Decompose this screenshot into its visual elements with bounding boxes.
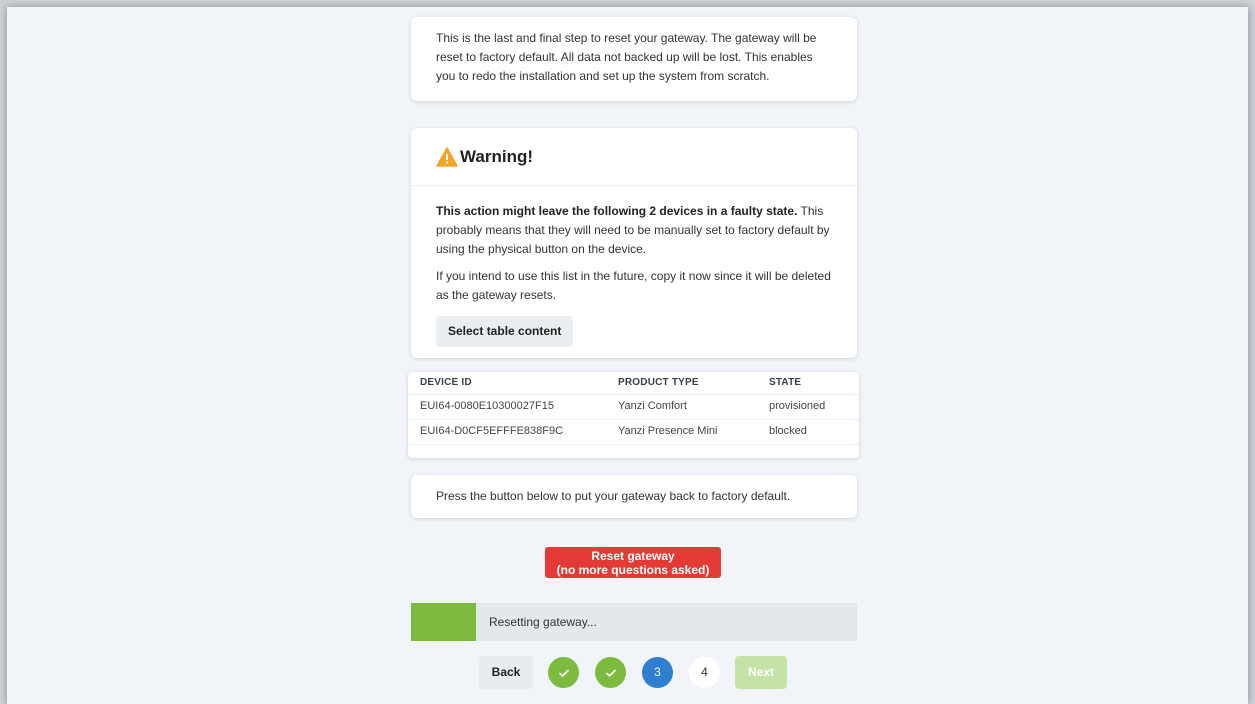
checkmark-icon bbox=[605, 669, 616, 677]
step-3-current[interactable]: 3 bbox=[642, 657, 673, 688]
intro-card: This is the last and final step to reset… bbox=[411, 17, 857, 101]
reset-button-label: Reset gateway bbox=[591, 549, 675, 563]
devices-table: DEVICE ID PRODUCT TYPE STATE EUI64-0080E… bbox=[408, 372, 859, 445]
column-header-product-type: PRODUCT TYPE bbox=[618, 377, 699, 389]
table-header-row: DEVICE ID PRODUCT TYPE STATE bbox=[408, 372, 859, 394]
state-cell: blocked bbox=[757, 418, 859, 445]
select-table-content-button[interactable]: Select table content bbox=[436, 316, 574, 347]
warning-title: Warning! bbox=[460, 147, 534, 166]
press-card: Press the button below to put your gatew… bbox=[411, 475, 857, 518]
warning-body: This action might leave the following 2 … bbox=[411, 186, 857, 347]
reset-gateway-button[interactable]: Reset gateway (no more questions asked) bbox=[545, 547, 721, 578]
table-row: EUI64-0080E10300027F15 Yanzi Comfort pro… bbox=[408, 393, 859, 419]
devices-table-card: DEVICE ID PRODUCT TYPE STATE EUI64-0080E… bbox=[408, 372, 859, 458]
progress-fill bbox=[411, 603, 476, 641]
step-2-complete[interactable] bbox=[595, 657, 626, 688]
product-type-cell: Yanzi Presence Mini bbox=[606, 418, 757, 445]
press-text: Press the button below to put your gatew… bbox=[436, 489, 791, 503]
device-id-cell: EUI64-D0CF5EFFFE838F9C bbox=[408, 418, 606, 445]
device-id-cell: EUI64-0080E10300027F15 bbox=[408, 393, 606, 419]
step-4[interactable]: 4 bbox=[689, 657, 720, 688]
column-header-device-id: DEVICE ID bbox=[420, 377, 472, 389]
intro-text: This is the last and final step to reset… bbox=[436, 31, 817, 83]
progress-text: Resetting gateway... bbox=[489, 615, 597, 629]
back-button[interactable]: Back bbox=[479, 656, 533, 689]
table-row: EUI64-D0CF5EFFFE838F9C Yanzi Presence Mi… bbox=[408, 418, 859, 445]
next-button[interactable]: Next bbox=[735, 656, 787, 689]
reset-progress-bar: Resetting gateway... bbox=[411, 603, 857, 641]
warning-card: Warning! This action might leave the fol… bbox=[411, 128, 857, 358]
column-header-state: STATE bbox=[769, 377, 802, 389]
checkmark-icon bbox=[558, 669, 569, 677]
warning-paragraph: This action might leave the following 2 … bbox=[436, 202, 832, 259]
state-cell: provisioned bbox=[757, 393, 859, 419]
product-type-cell: Yanzi Comfort bbox=[606, 393, 757, 419]
reset-button-sublabel: (no more questions asked) bbox=[556, 563, 710, 577]
copy-list-hint: If you intend to use this list in the fu… bbox=[436, 269, 831, 302]
warning-bold-text: This action might leave the following 2 … bbox=[436, 204, 798, 218]
warning-icon bbox=[436, 146, 458, 167]
step-1-complete[interactable] bbox=[548, 657, 579, 688]
warning-header: Warning! bbox=[411, 128, 857, 186]
